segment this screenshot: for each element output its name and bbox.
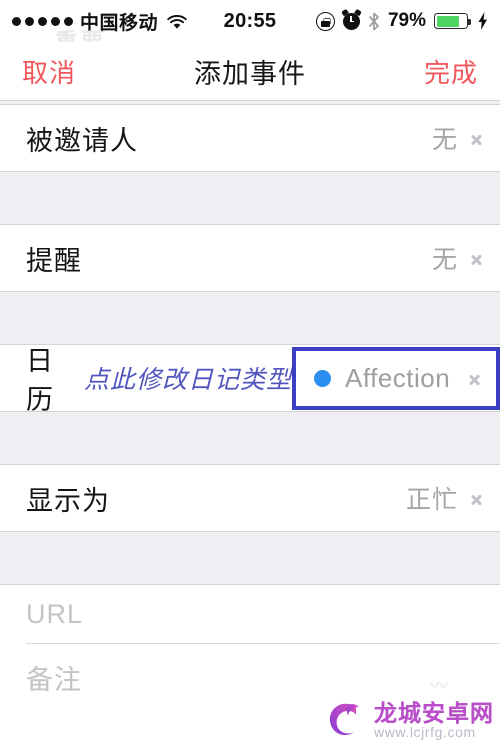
calendar-color-dot-icon — [314, 369, 331, 387]
url-placeholder: URL — [26, 598, 84, 629]
row-show-as-label: 显示为 — [26, 485, 110, 516]
rotation-lock-icon — [315, 11, 335, 31]
phone-screen: 重要 中国移动 20:55 — [0, 0, 500, 750]
status-bar: 重要 中国移动 20:55 — [0, 0, 500, 54]
site-watermark: 龙城安卓网 www.lcjrfg.com — [320, 696, 494, 744]
annotation-tap-to-change-type: 点此修改日记类型 — [83, 367, 292, 394]
battery-percent-label: 79% — [387, 10, 426, 31]
row-show-as-right: 正忙 — [406, 480, 482, 516]
alarm-clock-icon — [341, 8, 362, 30]
watermark-site-url: www.lcjrfg.com — [374, 723, 476, 740]
status-bar-right: 79% — [315, 8, 488, 32]
navigation-bar: 取消 添加事件 完成 — [0, 42, 500, 100]
row-alert-value: 无 — [431, 246, 458, 274]
watermark-site-name: 龙城安卓网 — [374, 699, 494, 726]
row-calendar[interactable]: 日历 点此修改日记类型 Affection — [0, 345, 500, 415]
chevron-right-icon — [471, 129, 482, 148]
notes-placeholder: 备注 — [26, 665, 82, 695]
done-button[interactable]: 完成 — [424, 53, 478, 90]
chevron-right-icon — [471, 249, 482, 268]
section-gap-3 — [0, 411, 500, 465]
row-invitees-value: 无 — [431, 126, 458, 154]
row-show-as[interactable]: 显示为 正忙 — [0, 465, 500, 531]
url-field[interactable]: URL — [0, 585, 500, 643]
watermark-swoosh: 〰 — [430, 676, 448, 696]
watermark-text: 龙城安卓网 www.lcjrfg.com — [374, 699, 494, 740]
row-show-as-value: 正忙 — [405, 486, 458, 514]
row-invitees[interactable]: 被邀请人 无 — [0, 105, 500, 171]
calendar-selector-highlight[interactable]: Affection — [292, 346, 500, 410]
calendar-name-value: Affection — [345, 362, 451, 393]
row-invitees-label: 被邀请人 — [26, 125, 138, 156]
section-gap-1 — [0, 171, 500, 225]
chevron-right-icon — [469, 369, 480, 388]
row-invitees-right: 无 — [432, 120, 482, 156]
row-alert[interactable]: 提醒 无 — [0, 225, 500, 291]
row-alert-right: 无 — [432, 240, 482, 276]
section-gap-4 — [0, 531, 500, 585]
lightning-bolt-icon — [478, 12, 488, 30]
battery-icon — [434, 13, 471, 29]
row-calendar-label: 日历 — [26, 346, 54, 415]
section-gap-2 — [0, 291, 500, 345]
row-alert-label: 提醒 — [26, 245, 82, 276]
chevron-right-icon — [471, 489, 482, 508]
dragon-c-logo-icon — [320, 696, 368, 744]
bluetooth-icon — [368, 12, 380, 31]
